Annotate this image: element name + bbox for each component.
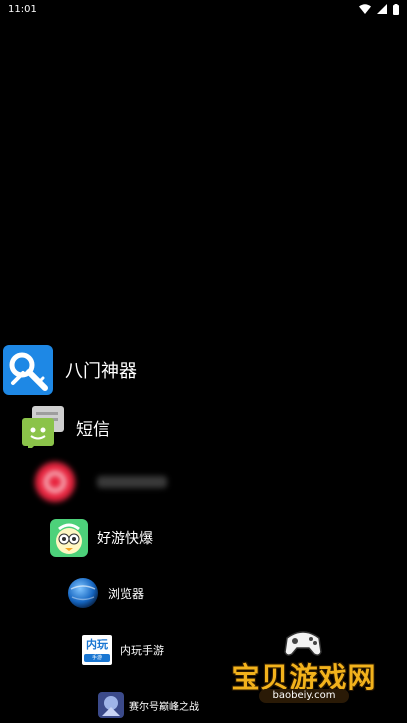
app-item-bamen[interactable]: 八门神器 (3, 345, 137, 395)
app-item-neiwan[interactable]: 内玩 手游 内玩手游 (82, 635, 164, 665)
app-item-haoyou[interactable]: 好游快爆 (50, 519, 153, 557)
watermark-url: baobeiy.com (259, 689, 349, 703)
neiwan-icon-subtext: 手游 (91, 655, 102, 661)
app-label: 短信 (76, 419, 110, 440)
app-label: 好游快爆 (97, 531, 153, 547)
blurred-label-placeholder (97, 476, 167, 488)
sms-icon (20, 406, 66, 452)
haoyou-kuaibao-icon (50, 519, 88, 557)
status-time: 11:01 (8, 3, 37, 15)
key-wrench-icon (3, 345, 53, 395)
neiwan-icon: 内玩 手游 (82, 635, 112, 665)
gamepad-icon (284, 631, 322, 656)
globe-icon (67, 577, 99, 609)
status-bar: 11:01 (0, 0, 407, 18)
app-label: 浏览器 (108, 586, 145, 601)
app-item-sms[interactable]: 短信 (20, 406, 110, 452)
neiwan-icon-text: 内玩 (86, 638, 108, 651)
battery-icon (393, 3, 399, 15)
app-item-seer[interactable]: 赛尔号巅峰之战 (98, 692, 199, 718)
red-circle-icon (33, 460, 77, 504)
signal-icon (377, 4, 387, 14)
app-label: 赛尔号巅峰之战 (129, 701, 199, 713)
wifi-icon (359, 4, 371, 14)
watermark-logo: 宝贝游戏网 baobeiy.com (229, 628, 379, 718)
app-label: 八门神器 (65, 361, 137, 382)
seer-game-icon (98, 692, 124, 718)
app-label: 内玩手游 (120, 644, 164, 657)
app-item-blurred[interactable] (33, 460, 167, 504)
app-item-browser[interactable]: 浏览器 (67, 577, 144, 609)
